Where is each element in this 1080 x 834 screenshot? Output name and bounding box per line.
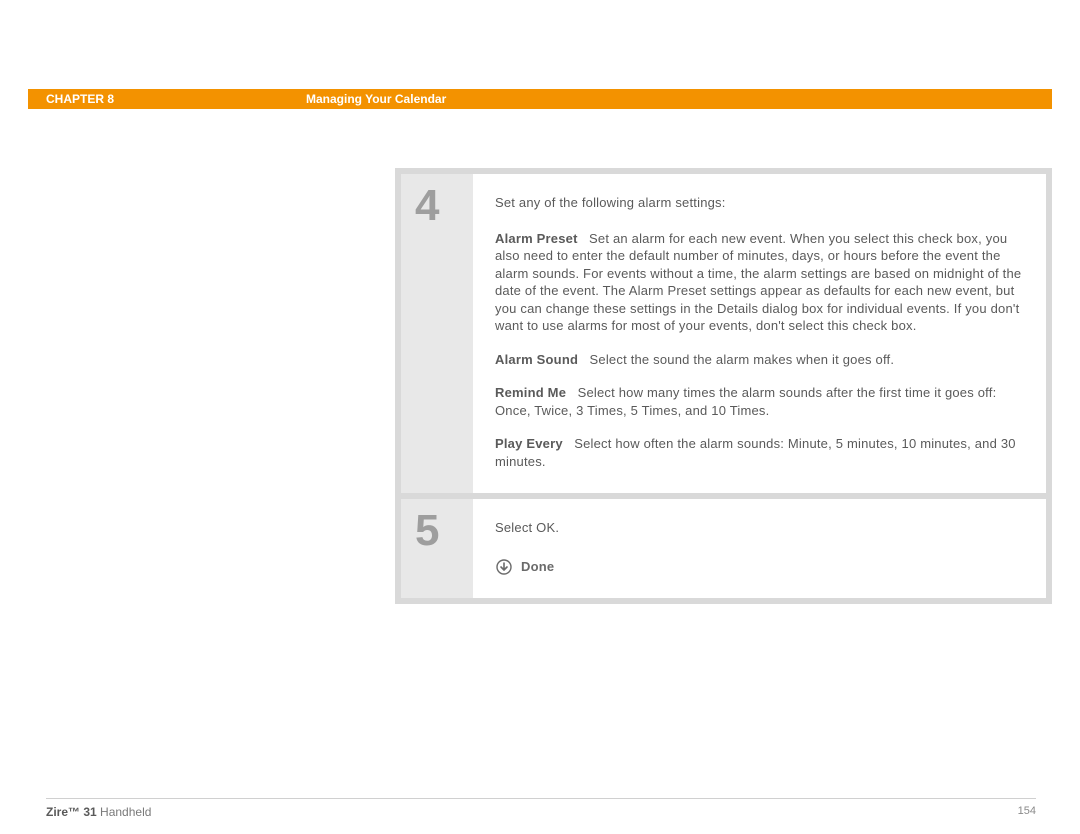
done-row: Done xyxy=(495,558,1024,576)
setting-text: Select the sound the alarm makes when it… xyxy=(590,352,895,367)
step-body: Select OK. Done xyxy=(473,499,1046,599)
done-label: Done xyxy=(521,558,554,576)
setting-remind-me: Remind Me Select how many times the alar… xyxy=(495,384,1024,419)
setting-text: Select how many times the alarm sounds a… xyxy=(495,385,996,418)
step-number: 5 xyxy=(401,499,473,599)
setting-label: Remind Me xyxy=(495,385,566,400)
instruction-box: 4 Set any of the following alarm setting… xyxy=(395,168,1052,604)
setting-play-every: Play Every Select how often the alarm so… xyxy=(495,435,1024,470)
chapter-title: Managing Your Calendar xyxy=(306,92,446,106)
chapter-header: CHAPTER 8 Managing Your Calendar xyxy=(28,89,1052,109)
setting-text: Select how often the alarm sounds: Minut… xyxy=(495,436,1016,469)
footer-product-rest: Handheld xyxy=(97,805,152,819)
setting-label: Alarm Sound xyxy=(495,352,578,367)
done-arrow-icon xyxy=(495,558,513,576)
step-body: Set any of the following alarm settings:… xyxy=(473,174,1046,493)
footer-product-name: Zire™ 31 xyxy=(46,805,97,819)
setting-alarm-sound: Alarm Sound Select the sound the alarm m… xyxy=(495,351,1024,369)
step-intro: Select OK. xyxy=(495,519,1024,537)
setting-alarm-preset: Alarm Preset Set an alarm for each new e… xyxy=(495,230,1024,335)
step-number: 4 xyxy=(401,174,473,493)
footer-product: Zire™ 31 Handheld xyxy=(46,805,151,819)
chapter-label: CHAPTER 8 xyxy=(28,92,306,106)
setting-label: Play Every xyxy=(495,436,563,451)
setting-label: Alarm Preset xyxy=(495,231,578,246)
step-4: 4 Set any of the following alarm setting… xyxy=(401,174,1046,493)
footer-rule xyxy=(46,798,1036,799)
page-footer: Zire™ 31 Handheld 154 xyxy=(46,805,1036,819)
footer-page-number: 154 xyxy=(1018,805,1036,819)
step-intro: Set any of the following alarm settings: xyxy=(495,194,1024,212)
step-5: 5 Select OK. Done xyxy=(401,499,1046,599)
